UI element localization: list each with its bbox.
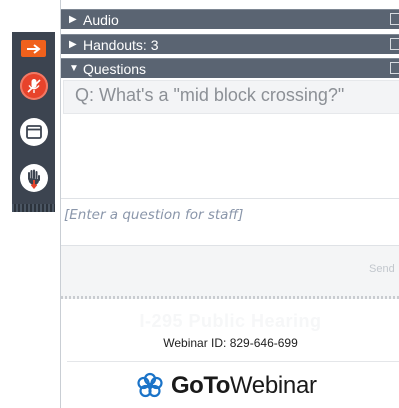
- mic-toggle-button[interactable]: [20, 72, 48, 100]
- section-audio[interactable]: ▶ Audio: [61, 9, 399, 29]
- window-icon: [26, 125, 42, 139]
- gotowebinar-flower-icon: [137, 372, 163, 398]
- caret-right-icon: ▶: [69, 39, 77, 50]
- section-questions-label: Questions: [83, 60, 147, 77]
- screen-view-button[interactable]: [20, 118, 48, 146]
- section-handouts-label: Handouts: 3: [83, 36, 159, 53]
- collapse-panel-button[interactable]: [21, 40, 46, 57]
- caret-right-icon: ▶: [69, 14, 77, 25]
- raise-hand-button[interactable]: [20, 164, 48, 192]
- control-panel: ▶ Audio ▶ Handouts: 3 ▼ Questions Q: Wha…: [60, 0, 399, 408]
- logo-webinar-text: Webinar: [229, 372, 317, 399]
- popout-icon[interactable]: [390, 13, 399, 25]
- webinar-title: I-295 Public Hearing: [139, 311, 322, 331]
- send-button[interactable]: Send: [369, 263, 399, 279]
- strip-grip[interactable]: [12, 204, 55, 212]
- send-area: [61, 246, 399, 296]
- logo-goto-text: GoTo: [171, 372, 230, 399]
- webinar-id: Webinar ID: 829-646-699: [163, 336, 298, 350]
- microphone-muted-icon: [27, 79, 41, 93]
- arrow-right-icon: [26, 43, 41, 54]
- question-input[interactable]: [Enter a question for staff]: [61, 198, 399, 246]
- popout-icon[interactable]: [390, 38, 399, 50]
- section-handouts[interactable]: ▶ Handouts: 3: [61, 34, 399, 54]
- control-panel-strip: [12, 32, 55, 212]
- section-questions[interactable]: ▼ Questions: [61, 58, 399, 78]
- resize-grip[interactable]: [61, 296, 399, 299]
- question-log: Q: What's a "mid block crossing?": [63, 80, 399, 114]
- caret-down-icon: ▼: [69, 63, 79, 74]
- divider: [67, 361, 399, 362]
- popout-icon[interactable]: [390, 62, 399, 74]
- gotowebinar-logo: GoTo Webinar: [135, 371, 317, 401]
- raise-hand-icon: [28, 169, 40, 189]
- section-audio-label: Audio: [83, 11, 119, 28]
